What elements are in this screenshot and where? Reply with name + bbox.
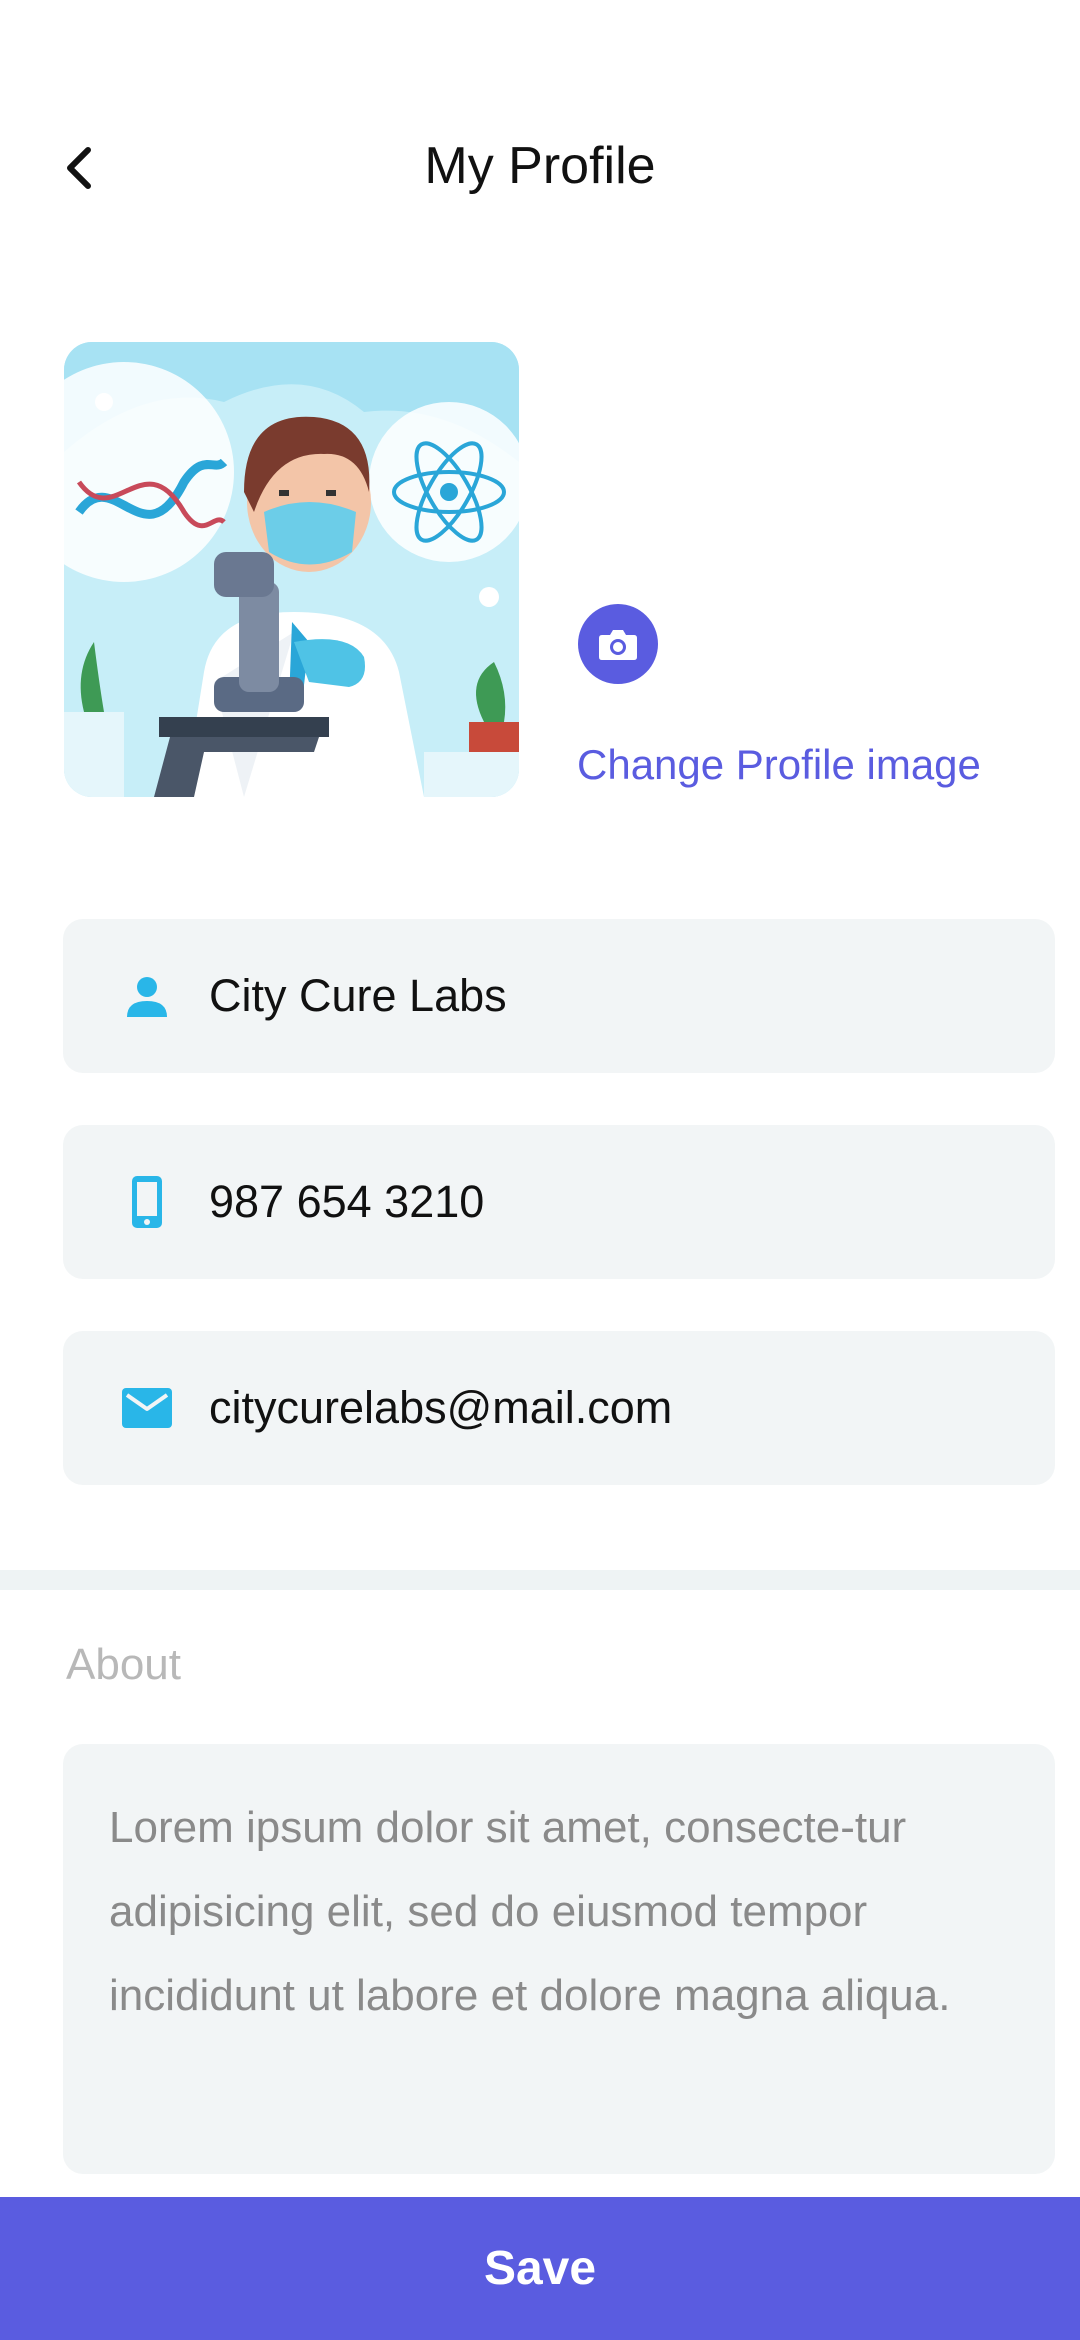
page-title: My Profile xyxy=(424,137,656,195)
phone-icon xyxy=(107,1162,187,1242)
save-button[interactable]: Save xyxy=(0,2197,1080,2340)
phone-field[interactable]: 987 654 3210 xyxy=(63,1125,1055,1279)
about-label: About xyxy=(66,1640,181,1689)
header: My Profile xyxy=(0,0,1080,330)
about-textarea[interactable]: Lorem ipsum dolor sit amet, consecte-tur… xyxy=(63,1744,1055,2174)
about-text: Lorem ipsum dolor sit amet, consecte-tur… xyxy=(109,1803,951,2020)
camera-icon xyxy=(599,630,637,660)
change-profile-image-link[interactable]: Change Profile image xyxy=(577,735,981,795)
mail-icon xyxy=(107,1368,187,1448)
name-value: City Cure Labs xyxy=(209,970,507,1021)
phone-value: 987 654 3210 xyxy=(209,1176,485,1227)
change-photo-button[interactable] xyxy=(578,604,658,684)
person-icon xyxy=(107,956,187,1036)
scientist-illustration xyxy=(64,342,519,797)
email-value: citycurelabs@mail.com xyxy=(209,1382,673,1433)
name-field[interactable]: City Cure Labs xyxy=(63,919,1055,1073)
email-field[interactable]: citycurelabs@mail.com xyxy=(63,1331,1055,1485)
profile-image[interactable] xyxy=(64,342,519,797)
section-divider xyxy=(0,1570,1080,1590)
